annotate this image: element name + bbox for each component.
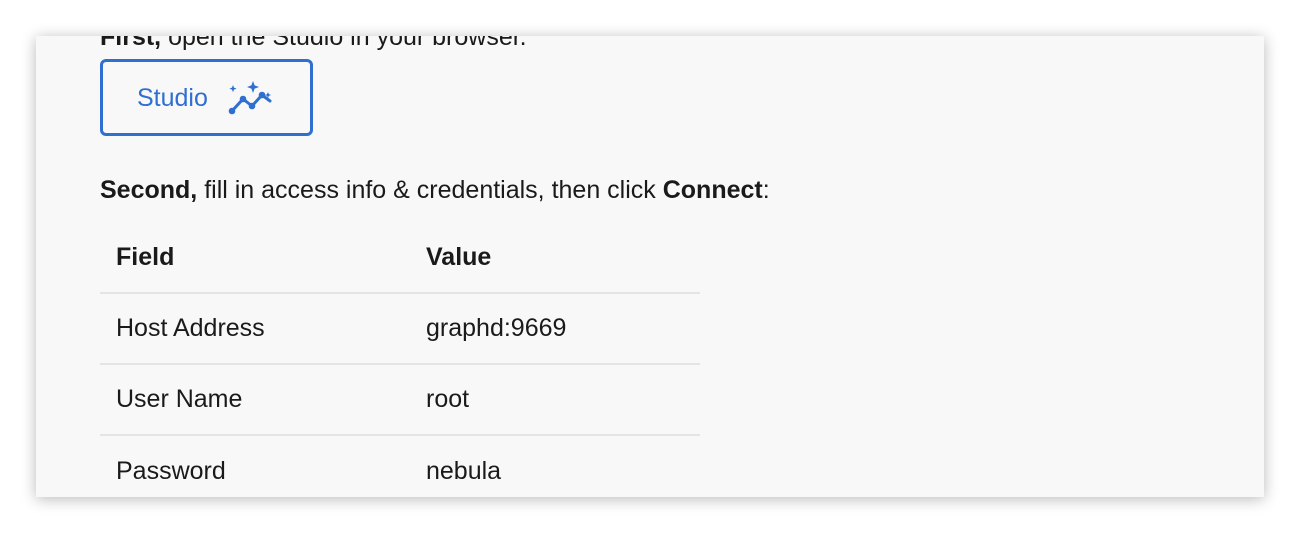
- connect-label: Connect: [662, 176, 763, 204]
- column-header-field: Field: [116, 242, 175, 271]
- step-two-body: fill in access info & credentials, then …: [197, 176, 663, 204]
- value-cell: nebula: [426, 457, 502, 485]
- studio-button-label: Studio: [137, 83, 208, 112]
- studio-button[interactable]: Studio: [100, 59, 313, 136]
- step-one-lead: First,: [100, 36, 162, 51]
- content-card: First, open the Studio in your browser. …: [36, 36, 1264, 497]
- sparkle-chart-icon: [228, 80, 272, 114]
- column-header-value: Value: [426, 242, 492, 271]
- step-one-text: First, open the Studio in your browser.: [100, 36, 527, 52]
- field-cell: Host Address: [116, 314, 265, 342]
- step-one-body: open the Studio in your browser.: [161, 36, 527, 51]
- table-row: Password nebula: [100, 436, 700, 497]
- value-cell: graphd:9669: [426, 314, 567, 342]
- table-row: Host Address graphd:9669: [100, 294, 700, 365]
- step-two-text: Second, fill in access info & credential…: [100, 175, 770, 205]
- step-two-suffix: :: [762, 176, 770, 204]
- value-cell: root: [426, 385, 470, 413]
- instructions: First, open the Studio in your browser. …: [100, 36, 1264, 497]
- field-cell: User Name: [116, 385, 243, 413]
- field-cell: Password: [116, 457, 226, 485]
- table-row: User Name root: [100, 365, 700, 436]
- step-two-lead: Second,: [100, 176, 198, 204]
- table-header-row: Field Value: [100, 222, 700, 294]
- credentials-table: Field Value Host Address graphd:9669 Use…: [100, 222, 700, 497]
